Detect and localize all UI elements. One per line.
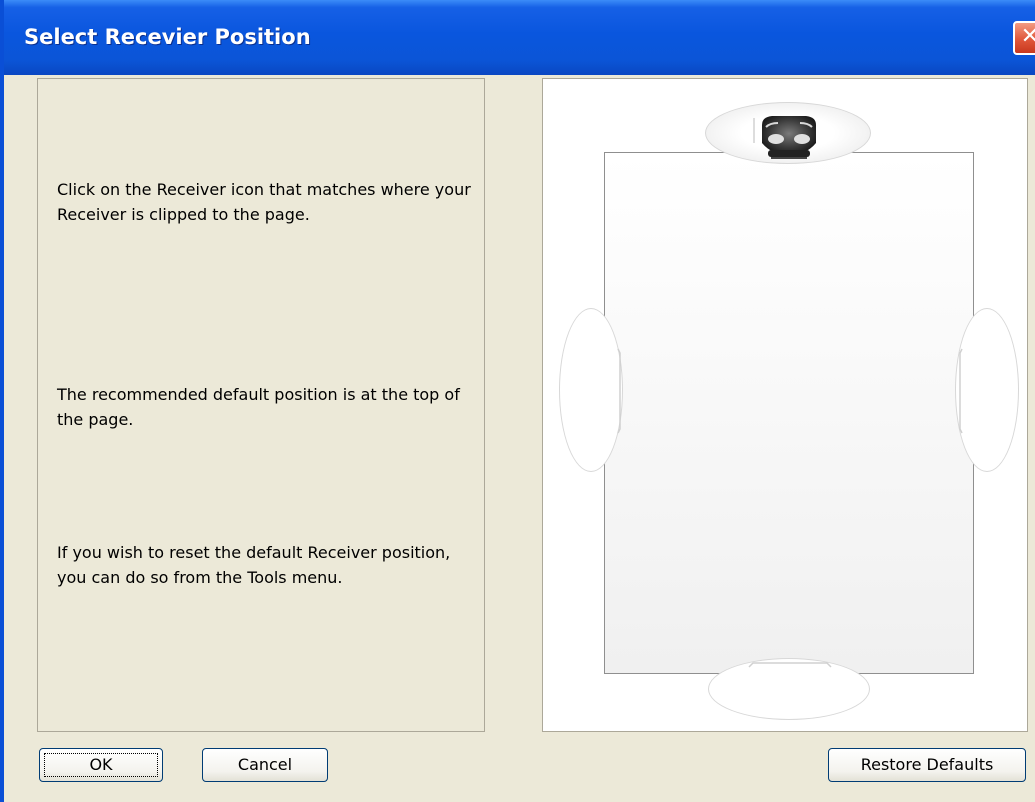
cancel-button[interactable]: Cancel: [202, 748, 328, 782]
ok-button[interactable]: OK: [39, 748, 163, 782]
instructions-panel: Click on the Receiver icon that matches …: [37, 78, 485, 732]
restore-defaults-button[interactable]: Restore Defaults: [828, 748, 1026, 782]
receiver-top-option[interactable]: [705, 102, 871, 164]
receiver-right-notch: [959, 348, 963, 434]
title-bar[interactable]: Select Recevier Position ✕: [4, 0, 1035, 75]
page-outline: [604, 152, 974, 674]
ok-button-label: OK: [89, 755, 113, 774]
receiver-left-option[interactable]: [559, 308, 623, 472]
receiver-left-notch: [617, 348, 621, 434]
dialog-window: Select Recevier Position ✕ Click on the …: [0, 0, 1035, 802]
receiver-bottom-option[interactable]: [708, 658, 870, 720]
restore-defaults-button-label: Restore Defaults: [860, 755, 994, 774]
instruction-text-3: If you wish to reset the default Receive…: [57, 543, 451, 587]
receiver-position-preview: [542, 78, 1028, 732]
receiver-device-icon: [753, 116, 816, 159]
instruction-text-1: Click on the Receiver icon that matches …: [57, 180, 471, 224]
receiver-bottom-notch: [748, 662, 832, 668]
cancel-button-label: Cancel: [237, 755, 293, 774]
window-title: Select Recevier Position: [24, 25, 311, 49]
close-icon: ✕: [1020, 24, 1035, 49]
receiver-right-option[interactable]: [955, 308, 1019, 472]
close-button[interactable]: ✕: [1013, 21, 1035, 55]
instruction-text-2: The recommended default position is at t…: [57, 385, 460, 429]
